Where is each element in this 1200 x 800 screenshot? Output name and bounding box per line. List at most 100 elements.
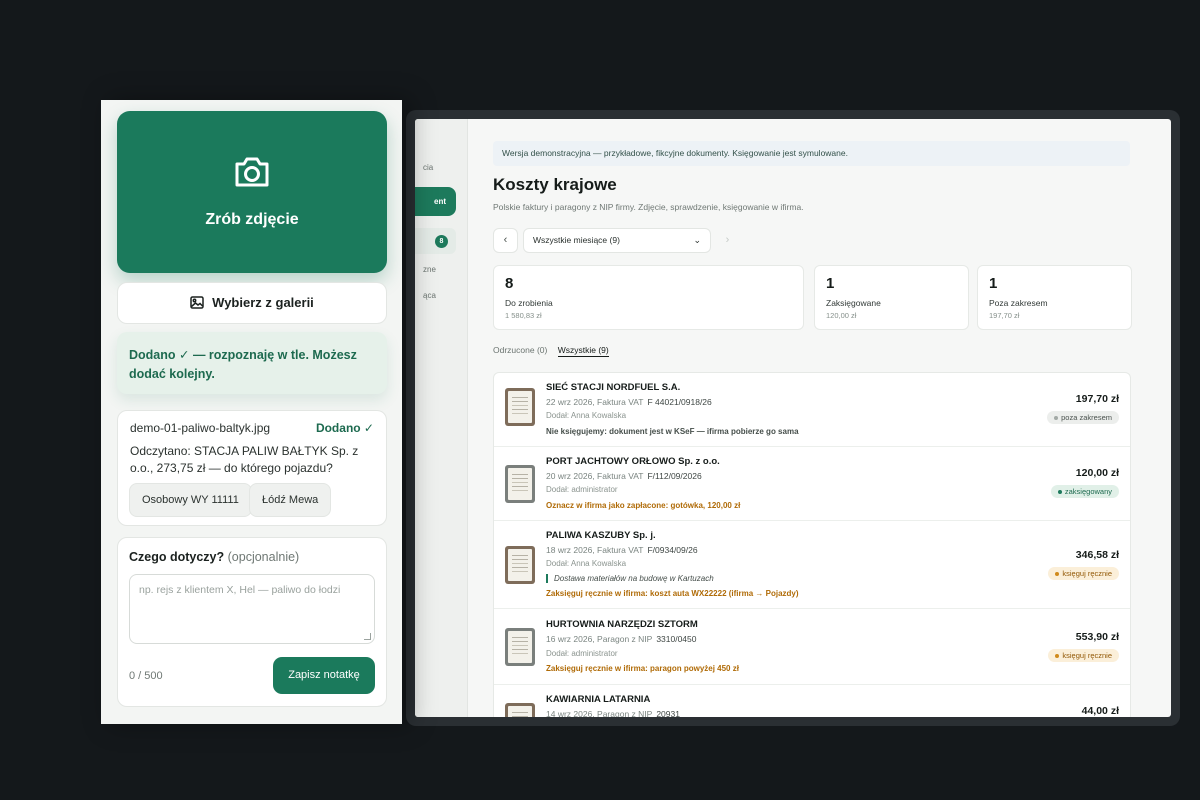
document-row[interactable]: HURTOWNIA NARZĘDZI SZTORM 16 wrz 2026, P… bbox=[494, 609, 1130, 685]
sidebar-item-fragment-2[interactable]: ąca bbox=[423, 291, 436, 300]
prev-month-button[interactable]: ‹ bbox=[493, 228, 518, 253]
document-amount: 44,00 zł bbox=[1081, 705, 1119, 717]
desktop-window: cia ent 8 zne ąca Wersja demonstracyjna … bbox=[406, 110, 1180, 726]
status-note: Nie księgujemy: dokument jest w KSeF — i… bbox=[546, 427, 799, 436]
added-by: Dodał: Anna Kowalska bbox=[546, 559, 627, 568]
sidebar-count-badge: 8 bbox=[435, 235, 448, 248]
document-number: F 44021/0918/26 bbox=[647, 397, 712, 407]
document-amount: 120,00 zł bbox=[1075, 467, 1119, 479]
month-select-value: Wszystkie miesiące (9) bbox=[533, 235, 620, 245]
vendor-name: SIEĆ STACJI NORDFUEL S.A. bbox=[546, 382, 681, 393]
document-row[interactable]: SIEĆ STACJI NORDFUEL S.A. 22 wrz 2026, F… bbox=[494, 373, 1130, 447]
tab-all[interactable]: Wszystkie (9) bbox=[557, 345, 609, 357]
save-note-button[interactable]: Zapisz notatkę bbox=[273, 657, 375, 694]
stat-number: 8 bbox=[505, 275, 514, 292]
document-meta: 14 wrz 2026, Paragon z NIP 20931 bbox=[546, 709, 680, 717]
stat-label: Do zrobienia bbox=[505, 298, 553, 308]
receipt-thumbnail[interactable] bbox=[505, 703, 535, 717]
next-month-button[interactable]: › bbox=[715, 228, 740, 253]
status-note: Oznacz w ifirma jako zapłacone: gotówka,… bbox=[546, 501, 741, 510]
status-badge: księguj ręcznie bbox=[1048, 649, 1119, 662]
document-date-type: 20 wrz 2026, Faktura VAT bbox=[546, 471, 644, 481]
document-meta: 22 wrz 2026, Faktura VAT F 44021/0918/26 bbox=[546, 397, 712, 407]
sidebar-primary-button[interactable]: ent bbox=[415, 187, 456, 216]
document-date-type: 14 wrz 2026, Paragon z NIP bbox=[546, 709, 653, 717]
vehicle-option-passenger-car[interactable]: Osobowy WY 11111 bbox=[129, 483, 252, 517]
receipt-thumbnail[interactable] bbox=[505, 388, 535, 426]
stat-card-booked[interactable]: 1 Zaksięgowane 120,00 zł bbox=[814, 265, 969, 330]
sidebar-fragment-top: cia bbox=[423, 163, 434, 172]
stat-number: 1 bbox=[989, 275, 998, 292]
note-card: Czego dotyczy? (opcjonalnie) np. rejs z … bbox=[117, 537, 387, 707]
document-amount: 346,58 zł bbox=[1075, 549, 1119, 561]
status-badge-label: poza zakresem bbox=[1061, 413, 1112, 422]
page-title: Koszty krajowe bbox=[493, 175, 617, 194]
receipt-thumbnail[interactable] bbox=[505, 546, 535, 584]
note-optional-label: (opcjonalnie) bbox=[227, 550, 300, 564]
page-subtitle: Polskie faktury i paragony z NIP firmy. … bbox=[493, 202, 804, 212]
added-notification: Dodano ✓ — rozpoznaję w tle. Możesz doda… bbox=[117, 332, 387, 394]
document-date-type: 22 wrz 2026, Faktura VAT bbox=[546, 397, 644, 407]
note-placeholder: np. rejs z klientem X, Hel — paliwo do ł… bbox=[139, 584, 341, 596]
document-list: SIEĆ STACJI NORDFUEL S.A. 22 wrz 2026, F… bbox=[493, 372, 1131, 717]
stat-card-out-of-scope[interactable]: 1 Poza zakresem 197,70 zł bbox=[977, 265, 1132, 330]
added-by: Dodał: administrator bbox=[546, 485, 618, 494]
file-status: Dodano ✓ bbox=[315, 421, 374, 435]
document-date-type: 16 wrz 2026, Paragon z NIP bbox=[546, 634, 653, 644]
receipt-thumbnail[interactable] bbox=[505, 628, 535, 666]
vendor-name: PALIWA KASZUBY Sp. j. bbox=[546, 530, 656, 541]
added-by: Dodał: Anna Kowalska bbox=[546, 411, 627, 420]
document-date-type: 18 wrz 2026, Faktura VAT bbox=[546, 545, 644, 555]
mobile-panel: Zrób zdjęcie Wybierz z galerii Dodano ✓ … bbox=[101, 100, 402, 724]
document-description: Dostawa materiałów na budowę w Kartuzach bbox=[546, 574, 714, 583]
chevron-right-icon: › bbox=[725, 234, 730, 246]
month-select[interactable]: Wszystkie miesiące (9) ⌄ bbox=[523, 228, 711, 253]
status-badge: księguj ręcznie bbox=[1048, 567, 1119, 580]
document-row[interactable]: KAWIARNIA LATARNIA 14 wrz 2026, Paragon … bbox=[494, 685, 1130, 717]
take-photo-label: Zrób zdjęcie bbox=[205, 211, 299, 228]
document-number: 20931 bbox=[656, 709, 680, 717]
note-textarea[interactable]: np. rejs z klientem X, Hel — paliwo do ł… bbox=[129, 574, 375, 644]
status-badge: zaksięgowany bbox=[1050, 485, 1119, 498]
choose-from-gallery-button[interactable]: Wybierz z galerii bbox=[117, 282, 387, 324]
desktop-content: cia ent 8 zne ąca Wersja demonstracyjna … bbox=[415, 119, 1171, 717]
chevron-down-icon: ⌄ bbox=[693, 235, 701, 245]
image-icon bbox=[190, 296, 204, 309]
document-number: 3310/0450 bbox=[656, 634, 697, 644]
vehicle-option-boat[interactable]: Łódź Mewa bbox=[249, 483, 332, 517]
uploaded-file-card: demo-01-paliwo-baltyk.jpg Dodano ✓ Odczy… bbox=[117, 410, 387, 526]
vendor-name: HURTOWNIA NARZĘDZI SZTORM bbox=[546, 619, 698, 630]
stat-amount: 120,00 zł bbox=[826, 311, 857, 320]
status-note: Zaksięguj ręcznie w ifirma: koszt auta W… bbox=[546, 589, 799, 598]
camera-icon bbox=[235, 157, 269, 187]
chevron-left-icon: ‹ bbox=[503, 234, 508, 246]
document-amount: 553,90 zł bbox=[1075, 631, 1119, 643]
gallery-label: Wybierz z galerii bbox=[212, 295, 314, 310]
status-badge: poza zakresem bbox=[1047, 411, 1119, 424]
stat-card-todo[interactable]: 8 Do zrobienia 1 580,83 zł bbox=[493, 265, 804, 330]
note-title: Czego dotyczy? (opcjonalnie) bbox=[129, 550, 375, 564]
document-amount: 197,70 zł bbox=[1075, 393, 1119, 405]
sidebar: cia ent 8 zne ąca bbox=[415, 119, 468, 717]
note-title-label: Czego dotyczy? bbox=[129, 550, 225, 564]
status-badge-label: księguj ręcznie bbox=[1062, 651, 1112, 660]
document-row[interactable]: PALIWA KASZUBY Sp. j. 18 wrz 2026, Faktu… bbox=[494, 521, 1130, 609]
stat-number: 1 bbox=[826, 275, 835, 292]
document-row[interactable]: PORT JACHTOWY ORŁOWO Sp. z o.o. 20 wrz 2… bbox=[494, 447, 1130, 521]
tab-rejected[interactable]: Odrzucone (0) bbox=[493, 345, 547, 355]
document-number: F/112/09/2026 bbox=[647, 471, 702, 481]
receipt-thumbnail[interactable] bbox=[505, 465, 535, 503]
character-counter: 0 / 500 bbox=[129, 670, 163, 682]
status-note: Zaksięguj ręcznie w ifirma: paragon powy… bbox=[546, 664, 739, 673]
main-panel: Wersja demonstracyjna — przykładowe, fik… bbox=[485, 119, 1135, 717]
sidebar-item-fragment-1[interactable]: zne bbox=[423, 265, 436, 274]
stat-label: Poza zakresem bbox=[989, 298, 1048, 308]
document-meta: 20 wrz 2026, Faktura VAT F/112/09/2026 bbox=[546, 471, 702, 481]
stat-amount: 197,70 zł bbox=[989, 311, 1020, 320]
added-by: Dodał: administrator bbox=[546, 649, 618, 658]
status-badge-label: księguj ręcznie bbox=[1062, 569, 1112, 578]
take-photo-button[interactable]: Zrób zdjęcie bbox=[117, 111, 387, 273]
vendor-name: PORT JACHTOWY ORŁOWO Sp. z o.o. bbox=[546, 456, 720, 467]
filter-tabs: Odrzucone (0) Wszystkie (9) bbox=[493, 345, 617, 357]
document-meta: 18 wrz 2026, Faktura VAT F/0934/09/26 bbox=[546, 545, 698, 555]
